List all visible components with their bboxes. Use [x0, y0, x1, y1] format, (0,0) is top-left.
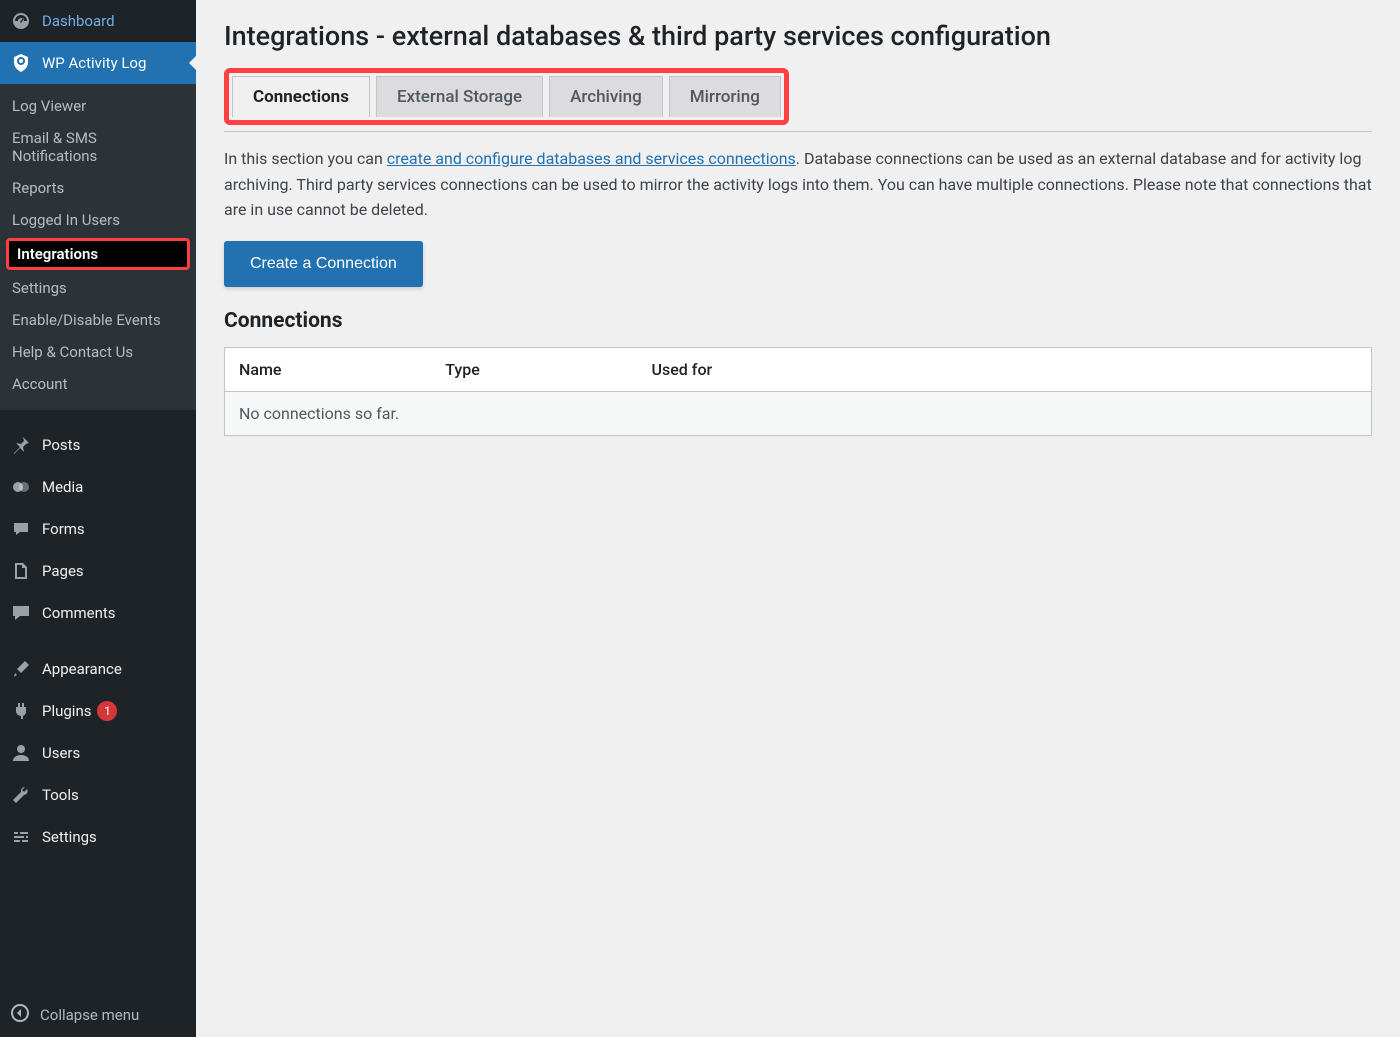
sidebar-item-media[interactable]: Media	[0, 466, 196, 508]
sidebar-item-appearance[interactable]: Appearance	[0, 648, 196, 690]
page-title: Integrations - external databases & thir…	[224, 20, 1372, 52]
collapse-menu-button[interactable]: Collapse menu	[0, 993, 196, 1037]
tab-connections[interactable]: Connections	[232, 76, 370, 117]
desc-text-prefix: In this section you can	[224, 149, 387, 168]
sidebar-item-label: Posts	[42, 436, 80, 454]
submenu-item-reports[interactable]: Reports	[0, 172, 196, 204]
sidebar-item-label: Users	[42, 744, 80, 762]
connections-table: Name Type Used for No connections so far…	[224, 347, 1372, 436]
collapse-label: Collapse menu	[40, 1006, 139, 1024]
col-header-type: Type	[431, 348, 637, 391]
tab-divider	[224, 131, 1372, 132]
submenu-item-enable-disable[interactable]: Enable/Disable Events	[0, 304, 196, 336]
dashboard-icon	[10, 10, 32, 32]
sidebar-item-comments[interactable]: Comments	[0, 592, 196, 634]
sidebar-item-label: Media	[42, 478, 83, 496]
sidebar-item-label: Appearance	[42, 660, 122, 678]
admin-sidebar: Dashboard WP Activity Log Log Viewer Ema…	[0, 0, 196, 1037]
sidebar-item-label: Plugins	[42, 702, 91, 720]
main-content: Integrations - external databases & thir…	[196, 0, 1400, 1037]
sidebar-item-wp-activity-log[interactable]: WP Activity Log	[0, 42, 196, 84]
shield-icon	[10, 52, 32, 74]
connections-heading: Connections	[224, 309, 1372, 333]
table-empty-message: No connections so far.	[225, 392, 1371, 435]
section-description: In this section you can create and confi…	[224, 146, 1372, 223]
submenu-item-log-viewer[interactable]: Log Viewer	[0, 90, 196, 122]
page-icon	[10, 560, 32, 582]
tabs-highlight-box: Connections External Storage Archiving M…	[224, 68, 789, 125]
create-configure-link[interactable]: create and configure databases and servi…	[387, 149, 796, 168]
submenu-item-integrations[interactable]: Integrations	[6, 238, 190, 270]
tab-external-storage[interactable]: External Storage	[376, 76, 543, 117]
sidebar-item-pages[interactable]: Pages	[0, 550, 196, 592]
sidebar-item-label: Pages	[42, 562, 84, 580]
submenu-item-settings[interactable]: Settings	[0, 272, 196, 304]
sidebar-item-dashboard[interactable]: Dashboard	[0, 0, 196, 42]
pin-icon	[10, 434, 32, 456]
chat-icon	[10, 518, 32, 540]
tab-mirroring[interactable]: Mirroring	[669, 76, 781, 117]
brush-icon	[10, 658, 32, 680]
submenu-item-account[interactable]: Account	[0, 368, 196, 400]
table-header-row: Name Type Used for	[225, 348, 1371, 392]
sidebar-item-tools[interactable]: Tools	[0, 774, 196, 816]
plug-icon	[10, 700, 32, 722]
sidebar-item-label: Forms	[42, 520, 85, 538]
sidebar-item-label: Settings	[42, 828, 97, 846]
sidebar-item-settings[interactable]: Settings	[0, 816, 196, 858]
collapse-icon	[10, 1003, 30, 1027]
sidebar-item-label: Dashboard	[42, 12, 115, 30]
media-icon	[10, 476, 32, 498]
sidebar-item-forms[interactable]: Forms	[0, 508, 196, 550]
submenu-item-logged-in[interactable]: Logged In Users	[0, 204, 196, 236]
wrench-icon	[10, 784, 32, 806]
sidebar-item-plugins[interactable]: Plugins 1	[0, 690, 196, 732]
col-header-name: Name	[225, 348, 431, 391]
sidebar-item-label: Tools	[42, 786, 79, 804]
sidebar-item-label: WP Activity Log	[42, 54, 146, 72]
submenu-item-email-sms[interactable]: Email & SMS Notifications	[0, 122, 196, 172]
sidebar-submenu: Log Viewer Email & SMS Notifications Rep…	[0, 84, 196, 410]
user-icon	[10, 742, 32, 764]
create-connection-button[interactable]: Create a Connection	[224, 241, 423, 287]
sidebar-item-label: Comments	[42, 604, 116, 622]
col-header-used-for: Used for	[638, 348, 1371, 391]
sidebar-item-users[interactable]: Users	[0, 732, 196, 774]
submenu-item-help[interactable]: Help & Contact Us	[0, 336, 196, 368]
update-count-badge: 1	[97, 701, 117, 721]
tab-archiving[interactable]: Archiving	[549, 76, 663, 117]
comment-icon	[10, 602, 32, 624]
sliders-icon	[10, 826, 32, 848]
sidebar-item-posts[interactable]: Posts	[0, 424, 196, 466]
